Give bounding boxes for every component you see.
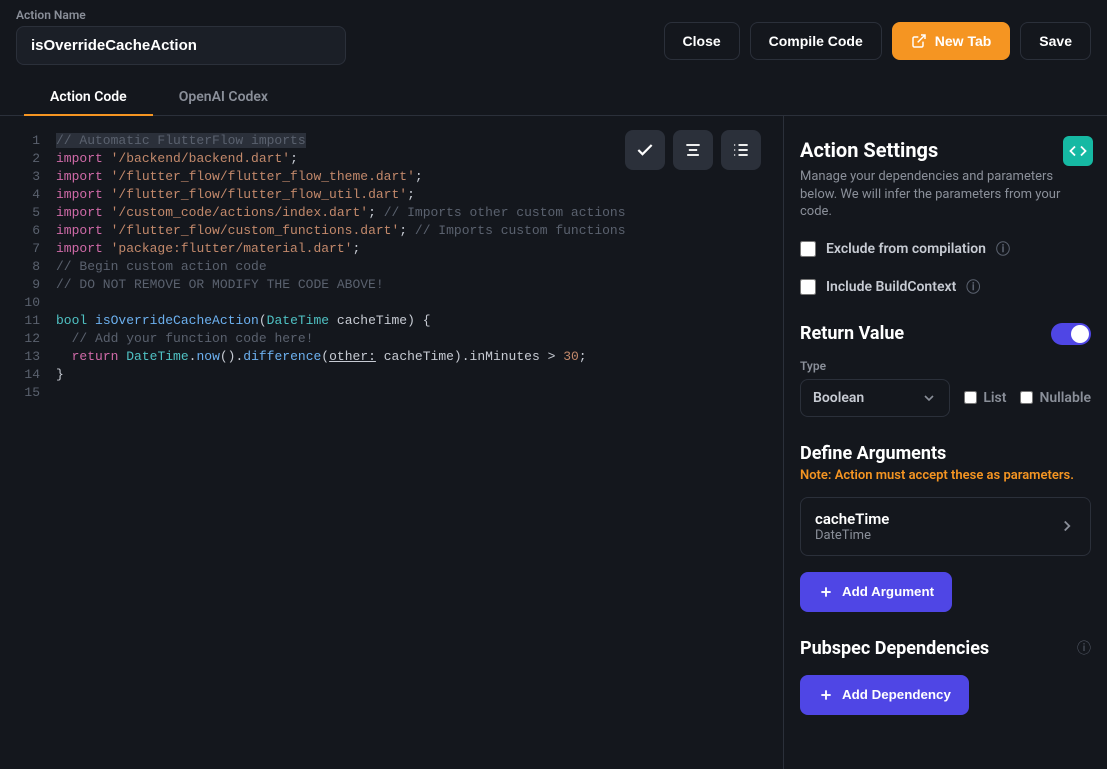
type-select[interactable]: Boolean (800, 379, 950, 417)
new-tab-label: New Tab (935, 33, 992, 49)
info-icon: ⓘ (996, 239, 1010, 259)
argument-card[interactable]: cacheTime DateTime (800, 497, 1091, 556)
include-context-checkbox[interactable] (800, 279, 816, 295)
line-number: 12 (0, 330, 56, 348)
nullable-checkbox[interactable] (1020, 391, 1033, 404)
list-option[interactable]: List (964, 390, 1006, 406)
line-number: 1 (0, 132, 56, 150)
line-number: 13 (0, 348, 56, 366)
code-line[interactable]: 12 // Add your function code here! (0, 330, 783, 348)
line-number: 14 (0, 366, 56, 384)
check-button[interactable] (625, 130, 665, 170)
tabs: Action Code OpenAI Codex (0, 65, 1107, 116)
line-number: 8 (0, 258, 56, 276)
chevron-right-icon (1058, 517, 1076, 535)
close-button[interactable]: Close (664, 22, 740, 60)
tab-openai-codex[interactable]: OpenAI Codex (153, 79, 294, 115)
plus-icon (818, 584, 834, 600)
line-number: 4 (0, 186, 56, 204)
code-line[interactable]: 4import '/flutter_flow/flutter_flow_util… (0, 186, 783, 204)
line-number: 15 (0, 384, 56, 402)
info-icon: ⓘ (966, 277, 980, 297)
type-select-value: Boolean (813, 390, 864, 406)
exclude-compilation-label: Exclude from compilation (826, 241, 986, 257)
code-line[interactable]: 10 (0, 294, 783, 312)
chevron-down-icon (921, 390, 937, 406)
compile-code-button[interactable]: Compile Code (750, 22, 882, 60)
tab-action-code[interactable]: Action Code (24, 79, 153, 115)
action-name-label: Action Name (16, 8, 346, 22)
list-label: List (983, 390, 1006, 406)
line-number: 3 (0, 168, 56, 186)
code-line[interactable]: 13 return DateTime.now().difference(othe… (0, 348, 783, 366)
code-line[interactable]: 14} (0, 366, 783, 384)
type-label: Type (800, 359, 1091, 373)
align-center-icon (683, 140, 703, 160)
add-argument-button[interactable]: Add Argument (800, 572, 952, 612)
add-dependency-label: Add Dependency (842, 687, 951, 702)
line-number: 9 (0, 276, 56, 294)
code-line[interactable]: 11bool isOverrideCacheAction(DateTime ca… (0, 312, 783, 330)
align-center-button[interactable] (673, 130, 713, 170)
argument-name: cacheTime (815, 510, 889, 528)
code-line[interactable]: 3import '/flutter_flow/flutter_flow_them… (0, 168, 783, 186)
define-arguments-title: Define Arguments (800, 443, 946, 464)
info-icon: ⓘ (1077, 638, 1091, 658)
include-context-row[interactable]: Include BuildContext ⓘ (800, 277, 1091, 297)
return-value-title: Return Value (800, 323, 904, 344)
code-line[interactable]: 15 (0, 384, 783, 402)
add-dependency-button[interactable]: Add Dependency (800, 675, 969, 715)
return-value-toggle[interactable] (1051, 323, 1091, 345)
code-line[interactable]: 5import '/custom_code/actions/index.dart… (0, 204, 783, 222)
add-argument-label: Add Argument (842, 584, 934, 599)
pubspec-title: Pubspec Dependencies (800, 638, 989, 659)
action-name-input[interactable] (16, 26, 346, 65)
arguments-note: Note: Action must accept these as parame… (800, 468, 1091, 483)
open-external-icon (911, 33, 927, 49)
line-number: 2 (0, 150, 56, 168)
line-number: 6 (0, 222, 56, 240)
code-line[interactable]: 7import 'package:flutter/material.dart'; (0, 240, 783, 258)
plus-icon (818, 687, 834, 703)
nullable-option[interactable]: Nullable (1020, 390, 1091, 406)
action-settings-title: Action Settings (800, 138, 1091, 162)
line-number: 10 (0, 294, 56, 312)
include-context-label: Include BuildContext (826, 279, 956, 295)
code-badge-button[interactable] (1063, 136, 1093, 166)
exclude-compilation-checkbox[interactable] (800, 241, 816, 257)
nullable-label: Nullable (1039, 390, 1091, 406)
save-button[interactable]: Save (1020, 22, 1091, 60)
line-number: 5 (0, 204, 56, 222)
line-number: 7 (0, 240, 56, 258)
argument-type: DateTime (815, 528, 889, 543)
format-list-button[interactable] (721, 130, 761, 170)
new-tab-button[interactable]: New Tab (892, 22, 1011, 60)
line-number: 11 (0, 312, 56, 330)
action-settings-subtitle: Manage your dependencies and parameters … (800, 168, 1091, 221)
code-line[interactable]: 9// DO NOT REMOVE OR MODIFY THE CODE ABO… (0, 276, 783, 294)
code-line[interactable]: 6import '/flutter_flow/custom_functions.… (0, 222, 783, 240)
code-line[interactable]: 8// Begin custom action code (0, 258, 783, 276)
list-checkbox[interactable] (964, 391, 977, 404)
exclude-compilation-row[interactable]: Exclude from compilation ⓘ (800, 239, 1091, 259)
format-list-icon (731, 140, 751, 160)
check-icon (635, 140, 655, 160)
code-slash-icon (1069, 142, 1087, 160)
